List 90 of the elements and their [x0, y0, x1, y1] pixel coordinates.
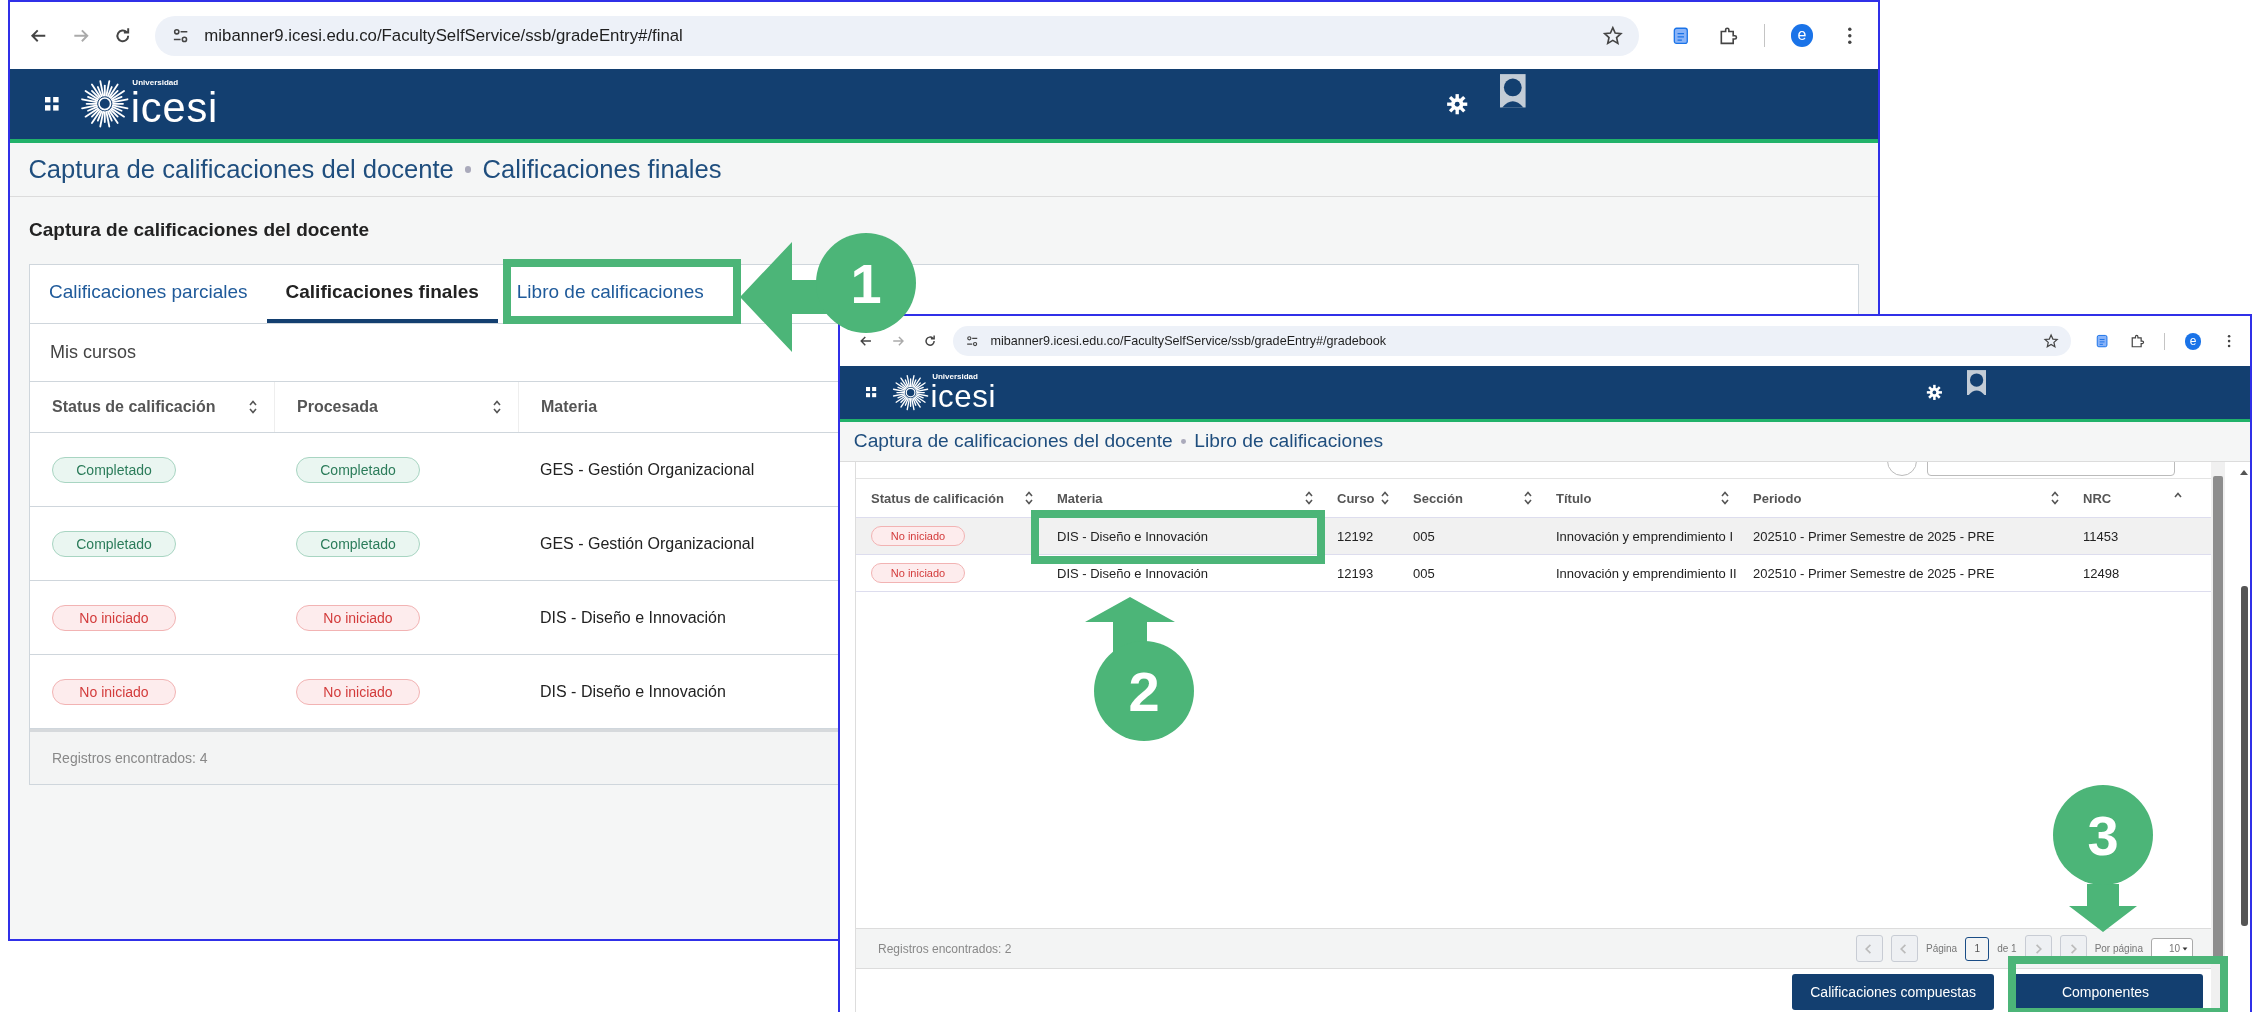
table-cell: 12498: [2083, 565, 2120, 581]
status-badge: No iniciado: [52, 678, 176, 705]
caret-icon: [2181, 944, 2189, 953]
table-row[interactable]: No iniciado DIS - Diseño e Innovación 12193 005 Innovación y emprendimiento II 202510 - Primer Semestre de 2025 - PRE 12498: [856, 555, 2211, 593]
table-cell: 12193: [1337, 565, 1374, 581]
settings-icon[interactable]: [1926, 384, 1943, 401]
breadcrumb-link[interactable]: Captura de calificaciones del docente: [853, 430, 1173, 453]
table-cell: 202510 - Primer Semestre de 2025 - PRE: [1753, 528, 1995, 544]
status-badge: No iniciado: [296, 604, 420, 631]
table-cell: 11453: [2083, 528, 2119, 544]
breadcrumb-current: Libro de calificaciones: [1194, 430, 1384, 453]
table-cell: Innovación y emprendimiento II: [1556, 565, 1737, 581]
logo-wordmark: icesi: [130, 87, 219, 129]
address-bar[interactable]: mibanner9.icesi.edu.co/FacultySelfService/ssb/gradeEntry#/final: [154, 15, 1640, 56]
breadcrumb-link[interactable]: Captura de calificaciones del docente: [28, 154, 454, 184]
sunburst-logo-icon: [79, 79, 130, 129]
logo-caption: Universidad: [132, 79, 180, 88]
url-text: mibanner9.icesi.edu.co/FacultySelfService/ssb/gradeEntry#/gradebook: [990, 334, 1388, 349]
breadcrumb-separator: [465, 166, 472, 173]
status-badge: Completado: [296, 456, 420, 483]
logo-caption: Universidad: [932, 372, 979, 381]
page-count: de 1: [1997, 943, 2017, 954]
apps-grid-icon[interactable]: [45, 97, 59, 111]
sort-icon[interactable]: [1304, 490, 1314, 507]
sort-icon[interactable]: [1024, 490, 1034, 507]
site-settings-icon[interactable]: [965, 334, 980, 349]
table-row[interactable]: No iniciado DIS - Diseño e Innovación 12192 005 Innovación y emprendimiento I 202510 - Primer Semestre de 2025 - PRE 11453: [856, 518, 2211, 556]
tab[interactable]: Libro de calificaciones: [497, 265, 723, 324]
url-text: mibanner9.icesi.edu.co/FacultySelfService/ssb/gradeEntry#/final: [204, 25, 684, 46]
status-badge: No iniciado: [52, 604, 176, 631]
status-badge: Completado: [52, 530, 176, 557]
column-header[interactable]: Materia: [1057, 490, 1103, 506]
table-cell: DIS - Diseño e Innovación: [1057, 565, 1209, 581]
status-badge: No iniciado: [296, 678, 420, 705]
settings-icon[interactable]: [1446, 92, 1469, 116]
column-header[interactable]: Procesada: [297, 398, 378, 417]
table-cell: 202510 - Primer Semestre de 2025 - PRE: [1753, 565, 1995, 581]
status-badge: Completado: [296, 530, 420, 557]
column-header[interactable]: Materia: [541, 398, 598, 417]
table-cell: 12192: [1337, 528, 1374, 544]
breadcrumb-separator: [1181, 439, 1186, 444]
user-avatar-icon[interactable]: [1966, 370, 1986, 396]
breadcrumb-current: Calificaciones finales: [482, 154, 722, 184]
table-cell: DIS - Diseño e Innovación: [1057, 528, 1209, 544]
logo-wordmark: icesi: [930, 380, 997, 413]
column-header[interactable]: Status de calificación: [871, 490, 1004, 506]
column-header[interactable]: Curso: [1337, 490, 1375, 506]
bookmark-star-icon[interactable]: [1601, 24, 1624, 47]
status-badge: Completado: [52, 456, 176, 483]
table-cell: 005: [1413, 565, 1435, 581]
sort-icon[interactable]: [1380, 490, 1390, 507]
pointer-arrow: [2069, 884, 2137, 932]
table-cell: GES - Gestión Organizacional: [540, 534, 755, 553]
table-cell: DIS - Diseño e Innovación: [540, 608, 726, 627]
sort-icon[interactable]: [492, 399, 502, 416]
sunburst-logo-icon: [892, 373, 930, 412]
table-cell: 005: [1413, 528, 1435, 544]
page-title: Captura de calificaciones del docente: [28, 218, 370, 243]
profile-avatar[interactable]: e: [2184, 332, 2202, 350]
per-page-label: Por página: [2094, 943, 2143, 954]
page-label: Página: [1926, 943, 1958, 954]
apps-grid-icon[interactable]: [866, 387, 877, 398]
user-avatar-icon[interactable]: [1500, 74, 1526, 108]
table-cell: GES - Gestión Organizacional: [540, 460, 755, 479]
tab[interactable]: Calificaciones finales: [266, 265, 498, 324]
sort-icon[interactable]: [248, 399, 258, 416]
column-header[interactable]: Sección: [1413, 490, 1463, 506]
sort-icon[interactable]: [1720, 490, 1730, 507]
page-field[interactable]: 1: [1965, 936, 1990, 961]
table-cell: DIS - Diseño e Innovación: [540, 682, 726, 701]
section-title: Mis cursos: [50, 342, 136, 364]
table-cell: Innovación y emprendimiento I: [1556, 528, 1734, 544]
status-badge: No iniciado: [871, 563, 965, 584]
action-button[interactable]: Calificaciones compuestas: [1792, 973, 1994, 1010]
column-header[interactable]: Periodo: [1753, 490, 1802, 506]
profile-avatar[interactable]: e: [1790, 24, 1814, 47]
tab[interactable]: Calificaciones parciales: [30, 265, 267, 324]
scroll-up-icon[interactable]: [2239, 468, 2249, 477]
sort-icon[interactable]: [2050, 490, 2060, 507]
sort-icon[interactable]: [1523, 490, 1533, 507]
record-count: Registros encontrados: 2: [878, 941, 1012, 956]
column-header[interactable]: Título: [1556, 490, 1592, 506]
record-count: Registros encontrados: 4: [52, 750, 208, 767]
column-header[interactable]: NRC: [2083, 490, 2112, 506]
status-badge: No iniciado: [871, 526, 965, 547]
bookmark-star-icon[interactable]: [2042, 333, 2059, 350]
scrollbar-thumb[interactable]: [2240, 586, 2248, 927]
address-bar[interactable]: mibanner9.icesi.edu.co/FacultySelfService/ssb/gradeEntry#/gradebook: [953, 326, 2071, 357]
puzzle-icon[interactable]: [2129, 333, 2146, 350]
column-header[interactable]: Status de calificación: [52, 398, 216, 417]
